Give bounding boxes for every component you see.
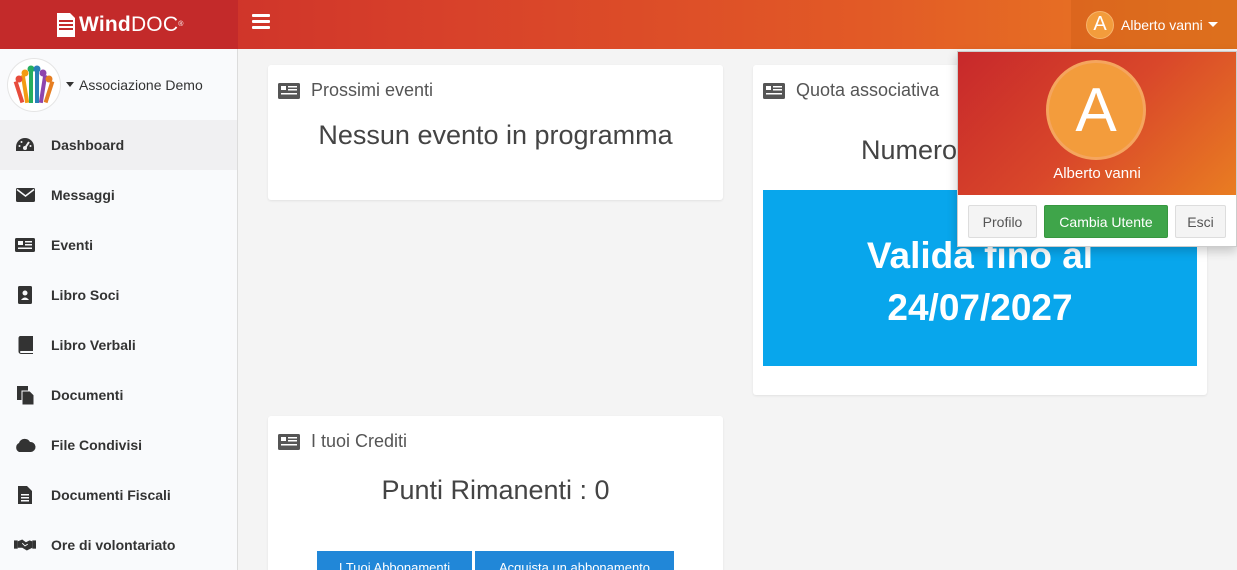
user-avatar: A — [1086, 10, 1114, 39]
book-icon — [14, 335, 36, 355]
sidebar-item-libro-verbali[interactable]: Libro Verbali — [0, 320, 237, 370]
user-dropdown: A Alberto vanni Profilo Cambia Utente Es… — [957, 51, 1237, 247]
card-title: Prossimi eventi — [311, 80, 434, 100]
events-card: Prossimi eventi Nessun evento in program… — [268, 65, 723, 200]
sidebar-item-label: Documenti Fiscali — [51, 487, 171, 503]
buy-subscription-button[interactable]: Acquista un abbonamento — [475, 551, 674, 570]
logout-button[interactable]: Esci — [1175, 205, 1226, 238]
org-selector[interactable]: Associazione Demo — [0, 49, 237, 120]
logo-text: WindDOC — [79, 12, 179, 36]
user-menu-button[interactable]: A Alberto vanni — [1071, 0, 1237, 49]
envelope-icon — [14, 185, 36, 205]
cloud-icon — [14, 435, 36, 455]
sidebar-item-file-condivisi[interactable]: File Condivisi — [0, 420, 237, 470]
logo-registered-mark: ® — [178, 21, 184, 28]
newspaper-icon — [278, 433, 300, 450]
card-title: Quota associativa — [796, 80, 940, 100]
switch-user-button[interactable]: Cambia Utente — [1044, 205, 1168, 238]
files-icon — [14, 385, 36, 405]
sidebar-item-label: Libro Verbali — [51, 337, 136, 353]
sidebar-item-dashboard[interactable]: Dashboard — [0, 120, 237, 170]
user-name: Alberto vanni — [1121, 16, 1203, 33]
address-book-icon — [14, 285, 36, 305]
sidebar-item-messaggi[interactable]: Messaggi — [0, 170, 237, 220]
org-name: Associazione Demo — [79, 76, 203, 93]
no-events-message: Nessun evento in programma — [318, 120, 673, 150]
caret-down-icon — [1207, 22, 1218, 27]
sidebar-item-label: Ore di volontariato — [51, 537, 176, 553]
sidebar-item-label: Messaggi — [51, 187, 115, 203]
dropdown-user-name: Alberto vanni — [1053, 165, 1141, 182]
remaining-points: Punti Rimanenti : 0 — [381, 475, 610, 505]
card-title: I tuoi Crediti — [311, 431, 408, 451]
sidebar-item-label: Libro Soci — [51, 287, 120, 303]
dashboard-gauge-icon — [14, 135, 36, 155]
caret-down-icon — [66, 82, 74, 87]
user-avatar-large: A — [1046, 60, 1146, 160]
member-number-label: Numero — [861, 135, 958, 165]
validity-date: 24/07/2027 — [887, 287, 1073, 328]
menu-toggle-icon[interactable] — [252, 14, 270, 34]
top-navbar: WindDOC ® A Alberto vanni — [0, 0, 1237, 49]
newspaper-icon — [14, 235, 36, 255]
credits-card: I tuoi Crediti Punti Rimanenti : 0 I Tuo… — [268, 416, 723, 570]
logo-document-icon — [57, 12, 75, 37]
handshake-icon — [14, 535, 36, 555]
file-text-icon — [14, 485, 36, 505]
sidebar-item-label: Dashboard — [51, 137, 125, 153]
sidebar-item-documenti-fiscali[interactable]: Documenti Fiscali — [0, 470, 237, 520]
sidebar-item-eventi[interactable]: Eventi — [0, 220, 237, 270]
sidebar: Associazione Demo Dashboard Messaggi Eve… — [0, 49, 238, 570]
newspaper-icon — [278, 82, 300, 99]
sidebar-item-label: Eventi — [51, 237, 94, 253]
newspaper-icon — [763, 82, 785, 99]
app-logo[interactable]: WindDOC ® — [0, 0, 238, 49]
my-subscriptions-button[interactable]: I Tuoi Abbonamenti — [317, 551, 472, 570]
sidebar-item-label: File Condivisi — [51, 437, 143, 453]
org-logo — [8, 58, 60, 111]
sidebar-item-documenti[interactable]: Documenti — [0, 370, 237, 420]
sidebar-item-label: Documenti — [51, 387, 124, 403]
sidebar-item-libro-soci[interactable]: Libro Soci — [0, 270, 237, 320]
sidebar-item-ore-di-volontariato[interactable]: Ore di volontariato — [0, 520, 237, 570]
profile-button[interactable]: Profilo — [968, 205, 1037, 238]
